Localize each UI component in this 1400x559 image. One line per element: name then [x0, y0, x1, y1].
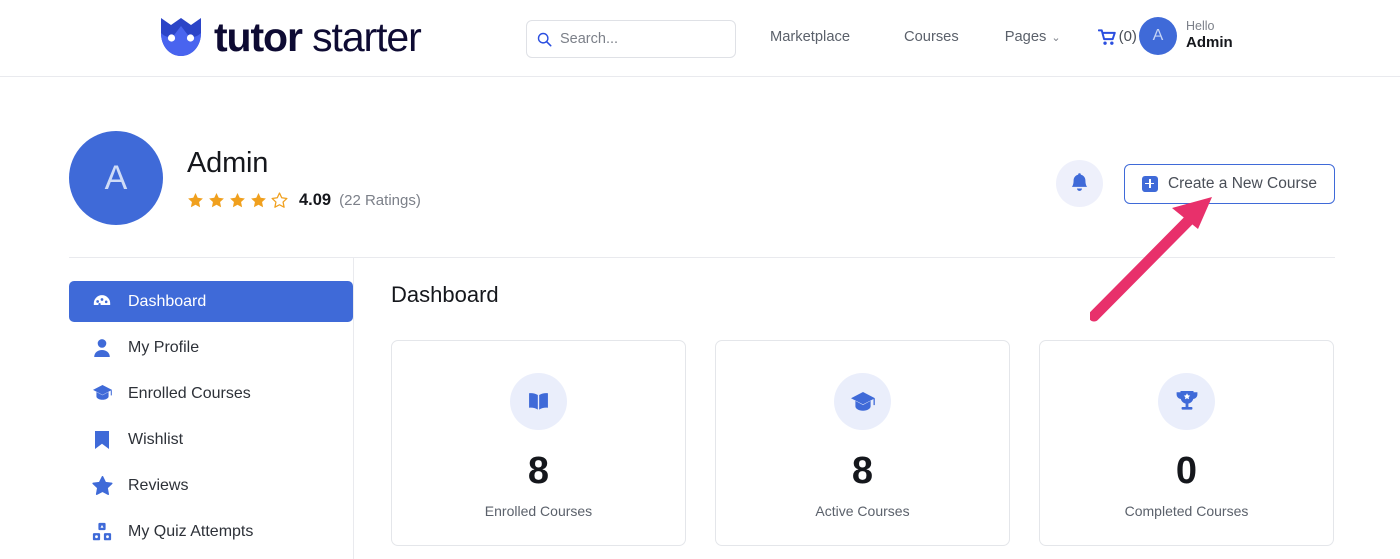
vertical-divider: [353, 258, 354, 559]
profile-header: A Admin 4.09 (22 Ratings): [69, 131, 421, 225]
user-menu[interactable]: A Hello Admin: [1139, 17, 1233, 55]
profile-info: Admin 4.09 (22 Ratings): [187, 147, 421, 210]
star-filled-icon: [229, 192, 246, 209]
user-icon: [91, 338, 113, 358]
sidebar-item-my-quiz-attempts[interactable]: My Quiz Attempts: [69, 511, 353, 552]
cart-count: (0): [1119, 28, 1137, 45]
avatar: A: [1139, 17, 1177, 55]
stat-card-enrolled-courses: 8 Enrolled Courses: [391, 340, 686, 546]
nav-item-pages[interactable]: Pages ⌄: [1005, 29, 1061, 45]
nav-item-marketplace[interactable]: Marketplace: [770, 29, 850, 45]
sidebar-item-enrolled-courses[interactable]: Enrolled Courses: [69, 373, 353, 414]
book-icon: [510, 373, 567, 430]
sidebar-item-wishlist[interactable]: Wishlist: [69, 419, 353, 460]
quiz-blocks-icon: [91, 522, 113, 542]
sidebar-item-label: My Profile: [128, 339, 199, 357]
search-placeholder: Search...: [560, 31, 618, 47]
star-filled-icon: [208, 192, 225, 209]
search-input[interactable]: Search...: [526, 20, 736, 58]
create-a-new-course-label: Create a New Course: [1168, 175, 1317, 193]
cart-icon: [1098, 29, 1117, 46]
star-filled-icon: [250, 192, 267, 209]
cart-button[interactable]: (0): [1098, 28, 1137, 45]
stat-value: 8: [852, 452, 873, 490]
dashboard-sidebar: Dashboard My Profile Enrolled Courses: [69, 281, 353, 557]
horizontal-divider: [69, 257, 1335, 258]
bell-icon: [1069, 173, 1090, 195]
user-labels: Hello Admin: [1186, 19, 1233, 53]
stat-label: Active Courses: [815, 503, 909, 519]
stat-value: 0: [1176, 452, 1197, 490]
sidebar-item-dashboard[interactable]: Dashboard: [69, 281, 353, 322]
nav-item-courses[interactable]: Courses: [904, 29, 959, 45]
owl-icon: [157, 13, 205, 61]
create-a-new-course-button[interactable]: Create a New Course: [1124, 164, 1335, 204]
brand-wordmark: tutor starter: [214, 17, 421, 58]
site-header: tutor starter Search... Marketplace Cour…: [0, 0, 1400, 77]
rating-value: 4.09: [299, 191, 331, 210]
profile-avatar: A: [69, 131, 163, 225]
dashboard-gauge-icon: [91, 292, 113, 312]
graduation-cap-icon: [834, 373, 891, 430]
bookmark-icon: [91, 430, 113, 450]
header-actions: Create a New Course: [1056, 160, 1335, 207]
rating-row: 4.09 (22 Ratings): [187, 191, 421, 210]
main-nav: Marketplace Courses Pages ⌄ (0): [770, 28, 1137, 45]
graduation-cap-icon: [91, 384, 113, 403]
sidebar-item-label: Enrolled Courses: [128, 385, 251, 403]
star-outline-icon: [271, 192, 288, 209]
stat-card-active-courses: 8 Active Courses: [715, 340, 1010, 546]
nav-item-pages-label: Pages: [1005, 29, 1047, 45]
stat-cards: 8 Enrolled Courses 8 Active Courses: [391, 340, 1335, 546]
rating-count: (22 Ratings): [339, 192, 421, 209]
user-name: Admin: [1186, 34, 1233, 53]
sidebar-item-label: My Quiz Attempts: [128, 523, 253, 541]
search-icon: [537, 32, 552, 47]
sidebar-item-label: Reviews: [128, 477, 188, 495]
page-root: tutor starter Search... Marketplace Cour…: [0, 0, 1400, 559]
sidebar-item-label: Wishlist: [128, 431, 183, 449]
star-icon: [91, 476, 113, 496]
plus-square-icon: [1142, 176, 1158, 192]
stat-card-completed-courses: 0 Completed Courses: [1039, 340, 1334, 546]
sidebar-item-my-profile[interactable]: My Profile: [69, 327, 353, 368]
main-title: Dashboard: [391, 282, 1335, 308]
user-greeting: Hello: [1186, 19, 1233, 35]
page-title: Admin: [187, 147, 421, 180]
brand-logo[interactable]: tutor starter: [157, 13, 421, 61]
stat-label: Completed Courses: [1125, 503, 1249, 519]
dashboard-main: Dashboard 8 Enrolled Courses: [391, 282, 1335, 546]
trophy-icon: [1158, 373, 1215, 430]
stat-value: 8: [528, 452, 549, 490]
sidebar-item-label: Dashboard: [128, 293, 206, 311]
sidebar-item-reviews[interactable]: Reviews: [69, 465, 353, 506]
star-filled-icon: [187, 192, 204, 209]
brand-name-bold: tutor: [214, 14, 302, 60]
stat-label: Enrolled Courses: [485, 503, 592, 519]
notifications-button[interactable]: [1056, 160, 1103, 207]
star-rating: [187, 192, 288, 209]
brand-name-light: starter: [302, 14, 421, 60]
chevron-down-icon: ⌄: [1051, 31, 1060, 44]
